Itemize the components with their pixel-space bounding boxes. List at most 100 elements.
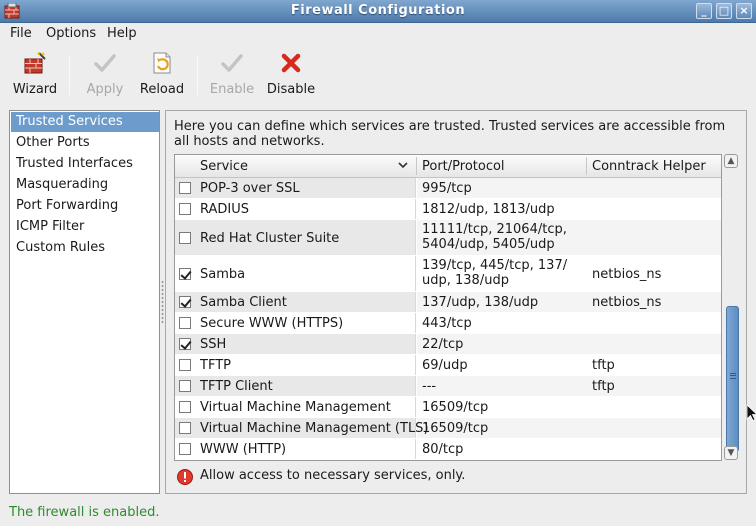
service-checkbox[interactable]	[179, 268, 191, 280]
sidebar-item-trusted-services[interactable]: Trusted Services	[11, 112, 159, 132]
table-row[interactable]: POP-3 over SSL 995/tcp	[175, 178, 721, 199]
menu-help[interactable]: Help	[107, 26, 137, 41]
sidebar-item-port-forwarding[interactable]: Port Forwarding	[11, 196, 159, 216]
service-name: Samba Client	[200, 295, 287, 310]
table-row[interactable]: Samba 139/tcp, 445/tcp, 137/ udp, 138/udp…	[175, 256, 721, 292]
sidebar-item-trusted-interfaces[interactable]: Trusted Interfaces	[11, 154, 159, 174]
service-name: POP-3 over SSL	[200, 181, 300, 196]
services-table: Service Port/Protocol Conntrack Helper P…	[174, 154, 722, 461]
service-checkbox[interactable]	[179, 338, 191, 350]
reload-icon	[153, 52, 171, 74]
menu-options[interactable]: Options	[46, 26, 96, 41]
table-row[interactable]: RADIUS 1812/udp, 1813/udp	[175, 199, 721, 220]
panel-description: Here you can define which services are t…	[174, 119, 726, 149]
service-name: SSH	[200, 337, 227, 352]
conntrack-helper: netbios_ns	[592, 295, 662, 310]
red-x-icon	[281, 53, 301, 73]
pane-resize-handle[interactable]	[161, 280, 164, 324]
close-icon: ×	[739, 4, 749, 17]
port-protocol: 139/tcp, 445/tcp, 137/ udp, 138/udp	[422, 258, 568, 288]
checkmark-icon	[94, 54, 116, 72]
toolbar-separator	[69, 55, 70, 95]
sidebar-item-icmp-filter[interactable]: ICMP Filter	[11, 217, 159, 237]
scroll-thumb[interactable]	[726, 306, 739, 452]
reload-label: Reload	[139, 82, 185, 97]
table-row[interactable]: Virtual Machine Management (TLS) 16509/tc…	[175, 418, 721, 439]
scroll-down-arrow-icon[interactable]: ▼	[724, 446, 738, 460]
reload-button[interactable]: Reload	[138, 51, 186, 101]
table-row[interactable]: Secure WWW (HTTPS) 443/tcp	[175, 313, 721, 334]
apply-label: Apply	[86, 82, 124, 97]
sidebar-item-other-ports[interactable]: Other Ports	[11, 133, 159, 153]
toolbar-separator	[197, 55, 198, 95]
table-row[interactable]: Virtual Machine Management 16509/tcp	[175, 397, 721, 418]
close-button[interactable]: ×	[736, 3, 752, 19]
trusted-services-panel: Here you can define which services are t…	[165, 110, 747, 494]
port-protocol: 22/tcp	[422, 337, 464, 352]
table-row[interactable]: Red Hat Cluster Suite 11111/tcp, 21064/tc…	[175, 220, 721, 256]
table-row[interactable]: WWW (HTTP) 80/tcp	[175, 439, 721, 460]
service-name: WWW (HTTP)	[200, 442, 287, 457]
enable-label: Enable	[209, 82, 255, 97]
conntrack-helper: tftp	[592, 358, 615, 373]
disable-button[interactable]: Disable	[264, 51, 318, 101]
table-row[interactable]: SSH 22/tcp	[175, 334, 721, 355]
conntrack-helper: netbios_ns	[592, 267, 662, 282]
column-header-port-protocol[interactable]: Port/Protocol	[422, 159, 505, 174]
wizard-icon	[24, 52, 46, 74]
window-title: Firewall Configuration	[290, 3, 466, 18]
scroll-grip-icon	[730, 373, 736, 379]
apply-button[interactable]: Apply	[82, 51, 128, 101]
service-checkbox[interactable]	[179, 422, 191, 434]
checkmark-icon	[221, 54, 243, 72]
port-protocol: 137/udp, 138/udp	[422, 295, 539, 310]
conntrack-helper: tftp	[592, 379, 615, 394]
enable-button[interactable]: Enable	[208, 51, 256, 101]
menu-bar: File Options Help	[0, 23, 756, 45]
error-icon	[177, 469, 193, 485]
port-protocol: 1812/udp, 1813/udp	[422, 202, 555, 217]
warning-message: Allow access to necessary services, only…	[200, 468, 466, 483]
sidebar: Trusted Services Other Ports Trusted Int…	[9, 110, 160, 494]
sidebar-item-custom-rules[interactable]: Custom Rules	[11, 238, 159, 258]
service-checkbox[interactable]	[179, 380, 191, 392]
service-name: TFTP Client	[200, 379, 273, 394]
wizard-button[interactable]: Wizard	[8, 51, 62, 101]
service-name: RADIUS	[200, 202, 250, 217]
minimize-icon: _	[701, 4, 707, 17]
port-protocol: 995/tcp	[422, 181, 472, 196]
column-divider	[416, 157, 417, 175]
service-checkbox[interactable]	[179, 232, 191, 244]
table-row[interactable]: Samba Client 137/udp, 138/udp netbios_ns	[175, 292, 721, 313]
maximize-button[interactable]: □	[716, 3, 732, 19]
port-protocol: 11111/tcp, 21064/tcp, 5404/udp, 5405/udp	[422, 222, 567, 252]
service-name: Virtual Machine Management (TLS)	[200, 421, 429, 436]
wizard-label: Wizard	[12, 82, 58, 97]
service-checkbox[interactable]	[179, 296, 191, 308]
service-name: Red Hat Cluster Suite	[200, 231, 340, 246]
column-header-conntrack-helper[interactable]: Conntrack Helper	[592, 159, 706, 174]
menu-file[interactable]: File	[10, 26, 32, 41]
port-protocol: ---	[422, 379, 437, 394]
service-name: TFTP	[200, 358, 231, 373]
service-checkbox[interactable]	[179, 182, 191, 194]
service-checkbox[interactable]	[179, 359, 191, 371]
scroll-up-arrow-icon[interactable]: ▲	[724, 154, 738, 168]
sort-descending-icon[interactable]	[397, 158, 409, 172]
table-row[interactable]: TFTP 69/udp tftp	[175, 355, 721, 376]
title-bar: Firewall Configuration _ □ ×	[0, 0, 756, 23]
mouse-pointer-icon	[746, 404, 756, 422]
service-checkbox[interactable]	[179, 317, 191, 329]
minimize-button[interactable]: _	[696, 3, 712, 19]
scroll-track[interactable]	[726, 170, 739, 452]
table-row[interactable]: TFTP Client --- tftp	[175, 376, 721, 397]
disable-label: Disable	[266, 82, 316, 97]
sidebar-item-masquerading[interactable]: Masquerading	[11, 175, 159, 195]
port-protocol: 443/tcp	[422, 316, 472, 331]
column-header-service[interactable]: Service	[200, 159, 248, 174]
service-checkbox[interactable]	[179, 401, 191, 413]
table-scrollbar[interactable]: ▲ ▼	[723, 154, 739, 461]
service-checkbox[interactable]	[179, 203, 191, 215]
status-text: The firewall is enabled.	[9, 505, 160, 520]
service-checkbox[interactable]	[179, 443, 191, 455]
